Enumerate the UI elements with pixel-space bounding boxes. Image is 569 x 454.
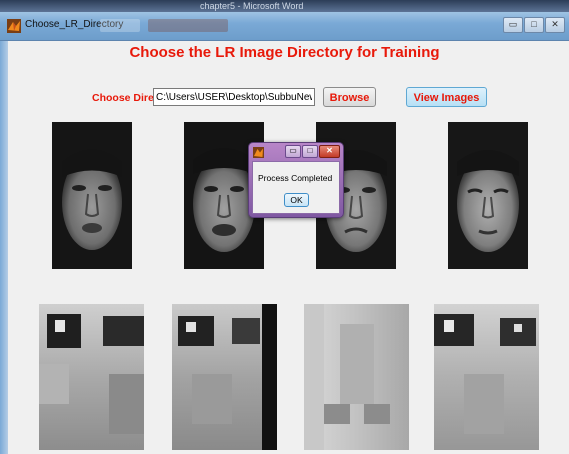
minimize-icon[interactable]: ▭ bbox=[503, 17, 523, 33]
taskbar-ghost bbox=[148, 19, 228, 32]
dialog-body: Process Completed OK bbox=[252, 161, 340, 214]
matlab-logo-icon bbox=[7, 19, 21, 33]
face-image-4 bbox=[448, 122, 528, 269]
minimize-icon[interactable]: ▭ bbox=[285, 145, 301, 158]
dialog-controls: ▭ □ ✕ bbox=[285, 145, 340, 158]
process-completed-dialog: ▭ □ ✕ Process Completed OK bbox=[248, 142, 344, 218]
page-title: Choose the LR Image Directory for Traini… bbox=[129, 44, 440, 61]
close-icon[interactable]: ✕ bbox=[319, 145, 340, 158]
browse-button[interactable]: Browse bbox=[323, 87, 376, 107]
eye-crop-4 bbox=[434, 304, 539, 450]
taskbar-ghost bbox=[100, 19, 140, 32]
window-controls: ▭ □ ✕ bbox=[503, 17, 565, 33]
maximize-icon[interactable]: □ bbox=[524, 17, 544, 33]
matlab-logo-icon bbox=[253, 147, 264, 158]
eye-crop-2 bbox=[172, 304, 277, 450]
background-window-title: chapter5 - Microsoft Word bbox=[200, 1, 304, 11]
dialog-message: Process Completed bbox=[258, 173, 333, 183]
eye-crop-1 bbox=[39, 304, 144, 450]
view-images-button[interactable]: View Images bbox=[406, 87, 487, 107]
maximize-icon[interactable]: □ bbox=[302, 145, 318, 158]
close-icon[interactable]: ✕ bbox=[545, 17, 565, 33]
nose-crop-3 bbox=[304, 304, 409, 450]
window-left-border bbox=[0, 41, 8, 454]
face-image-1 bbox=[52, 122, 132, 269]
window-titlebar[interactable]: Choose_LR_Directory ▭ □ ✕ bbox=[0, 12, 569, 41]
ok-button[interactable]: OK bbox=[284, 193, 309, 207]
background-word-window-strip: chapter5 - Microsoft Word bbox=[0, 0, 569, 12]
directory-field[interactable] bbox=[153, 88, 315, 106]
